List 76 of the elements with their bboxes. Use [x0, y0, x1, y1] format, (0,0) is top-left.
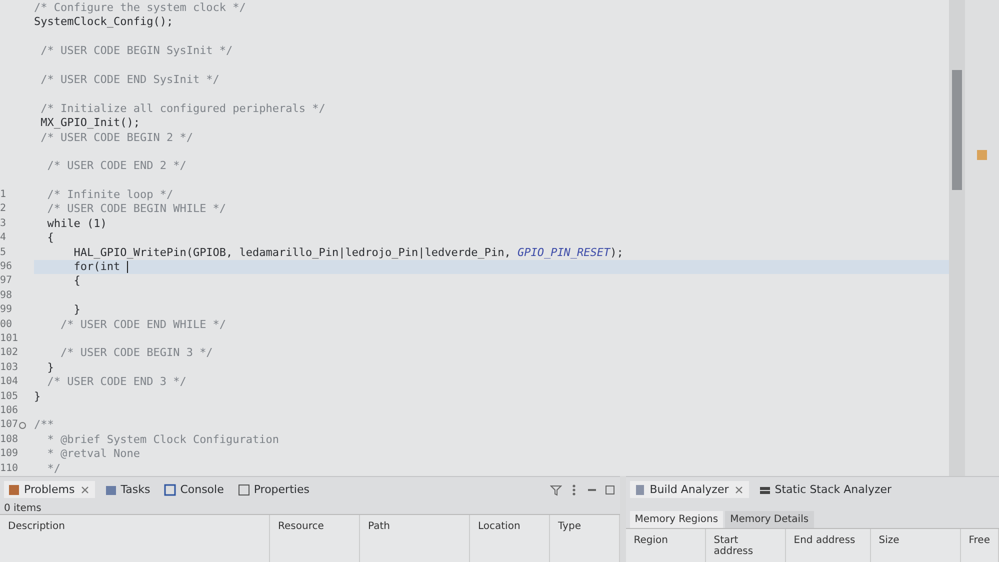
- line-number: 00: [0, 318, 12, 332]
- column-header[interactable]: Path: [360, 514, 470, 562]
- panel-tab[interactable]: Build Analyzer: [630, 481, 749, 498]
- line-number: 107: [0, 418, 18, 432]
- code-text: /* USER CODE END WHILE */: [59, 318, 226, 332]
- code-text: * @brief System Clock Configuration: [46, 432, 280, 448]
- line-number: 96: [0, 260, 12, 274]
- line-number: 105: [0, 390, 18, 404]
- code-text: /* USER CODE BEGIN SysInit */: [40, 44, 233, 59]
- column-header[interactable]: Location: [470, 514, 550, 562]
- line-number: 98: [0, 288, 12, 303]
- code-text: SystemClock_Config();: [34, 15, 174, 30]
- code-text: /* USER CODE END 3 */: [46, 375, 186, 390]
- code-text: }: [34, 390, 41, 404]
- code-text: /* USER CODE BEGIN WHILE */: [46, 202, 226, 217]
- code-text: HAL_GPIO_WritePin(GPIOB, ledamarillo_Pin|ledrojo_Pin|ledverde_Pin, GPIO_PIN_RESET);: [72, 246, 624, 260]
- close-icon[interactable]: [732, 484, 745, 496]
- text-cursor: [126, 261, 128, 274]
- filter-icon[interactable]: [550, 484, 562, 496]
- code-text: for(int: [72, 260, 122, 274]
- console-icon: [164, 484, 176, 496]
- code-text: /* USER CODE BEGIN 2 */: [40, 130, 193, 145]
- code-text: }: [46, 360, 54, 376]
- code-text: */: [46, 462, 60, 476]
- close-icon[interactable]: [78, 484, 91, 496]
- line-number: 103: [0, 360, 18, 375]
- panel-tab[interactable]: Console: [160, 481, 228, 498]
- line-number: 3: [0, 216, 6, 231]
- code-text: /* USER CODE END SysInit */: [40, 72, 220, 88]
- panel-tab[interactable]: Static Stack Analyzer: [754, 481, 896, 498]
- code-text: MX_GPIO_Init();: [40, 116, 140, 131]
- line-number: 99: [0, 303, 12, 318]
- line-number: 109: [0, 447, 18, 462]
- line-number: 4: [0, 231, 6, 246]
- marker-icon[interactable]: [977, 150, 987, 160]
- line-number: 2: [0, 202, 6, 216]
- line-number: 102: [0, 346, 18, 360]
- code-text: /* USER CODE END 2 */: [46, 159, 186, 174]
- line-number: 106: [0, 404, 18, 418]
- column-header[interactable]: Size: [870, 528, 961, 562]
- line-number: 110: [0, 462, 18, 476]
- code-text: /* Initialize all configured peripherals */: [40, 102, 326, 116]
- column-header[interactable]: Start address: [706, 528, 786, 562]
- column-header[interactable]: Resource: [270, 514, 360, 562]
- code-text: {: [46, 231, 54, 246]
- code-text: * @retval None: [46, 447, 140, 462]
- line-number: 5: [0, 246, 6, 260]
- panel-tab[interactable]: Problems: [4, 481, 95, 498]
- column-header[interactable]: End address: [786, 528, 871, 562]
- line-number: 108: [0, 432, 18, 447]
- code-text: /* Configure the system clock */: [34, 1, 246, 16]
- properties-icon: [238, 484, 250, 496]
- line-number: 97: [0, 274, 12, 288]
- column-header[interactable]: Free: [960, 528, 999, 562]
- line-number: 101: [0, 332, 18, 346]
- document-icon: [634, 484, 646, 496]
- column-header[interactable]: Region: [626, 528, 706, 562]
- scrollbar-thumb[interactable]: [952, 70, 962, 190]
- maximize-icon[interactable]: [604, 484, 616, 496]
- code-text: while (1): [46, 216, 107, 232]
- subtab[interactable]: Memory Regions: [630, 510, 724, 528]
- code-text: /* USER CODE BEGIN 3 */: [59, 346, 213, 361]
- subtab[interactable]: Memory Details: [725, 510, 814, 528]
- panel-tab[interactable]: Tasks: [100, 481, 154, 498]
- code-text: /* Infinite loop */: [46, 188, 174, 202]
- line-number: 104: [0, 375, 18, 390]
- line-number: 1: [0, 188, 6, 202]
- column-header[interactable]: Type: [550, 514, 620, 562]
- fold-icon[interactable]: [19, 422, 26, 430]
- item-count: 0 items: [3, 502, 42, 514]
- code-text: }: [72, 303, 80, 318]
- scrollbar-track[interactable]: [949, 0, 965, 476]
- panel-tab[interactable]: Properties: [234, 481, 314, 498]
- column-header[interactable]: Description: [0, 514, 270, 562]
- code-text: {: [72, 274, 80, 289]
- code-text: /**: [34, 418, 54, 433]
